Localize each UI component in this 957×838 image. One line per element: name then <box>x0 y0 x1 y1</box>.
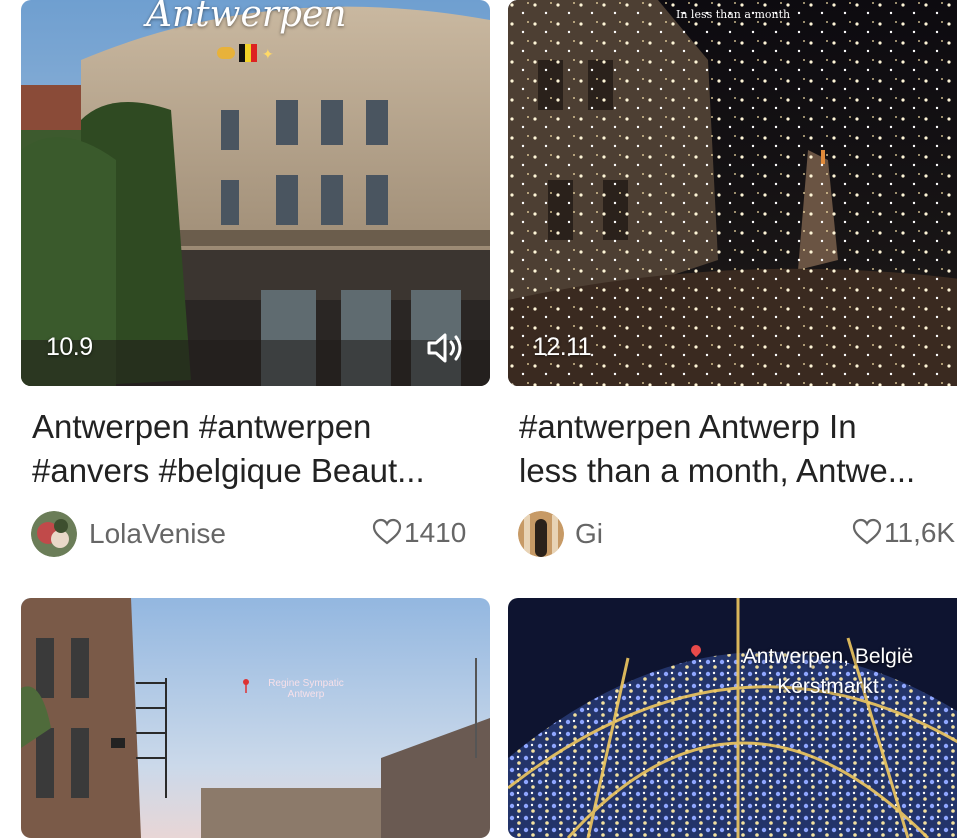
video-date-label: 12.11 <box>533 333 592 361</box>
likes-value: 1410 <box>404 517 467 548</box>
location-line-1: Antwerpen, België <box>742 645 914 668</box>
title-line-2: less than a month, Antwe... <box>519 452 916 489</box>
overlay-location: Regine Sympatic Antwerp <box>231 678 381 700</box>
author-name[interactable]: LolaVenise <box>89 518 226 550</box>
location-line-2: Kerstmarkt <box>777 675 879 698</box>
video-date-label: 10.9 <box>46 333 93 361</box>
christmas-lights-image <box>508 0 957 386</box>
overlay-location: Antwerpen, België Kerstmarkt <box>703 642 953 702</box>
speaker-icon[interactable] <box>425 330 467 371</box>
title-line-1: Antwerpen #antwerpen <box>32 408 372 445</box>
author-name[interactable]: Gi <box>575 518 603 550</box>
overlay-caption: In less than a month <box>676 8 791 21</box>
likes-value: 11,6K <box>884 517 956 548</box>
likes-count[interactable]: 11,6K <box>852 517 955 549</box>
location-line-1: Regine Sympatic <box>268 678 344 689</box>
title-line-1: #antwerpen Antwerp In <box>519 408 857 445</box>
video-thumbnail-2[interactable]: In less than a month 12.11 <box>508 0 957 386</box>
video-title-2[interactable]: #antwerpen Antwerp In less than a month,… <box>519 405 957 493</box>
heart-icon <box>852 518 882 545</box>
heart-icon <box>372 518 402 545</box>
location-line-2: Antwerp <box>287 689 325 700</box>
street-image <box>21 598 490 838</box>
avatar[interactable] <box>518 511 564 557</box>
avatar[interactable] <box>31 511 77 557</box>
flags-emoji: ✦ <box>217 44 277 62</box>
christmas-market-image <box>508 598 957 838</box>
video-thumbnail-1[interactable]: Antwerpen ✦ 10.9 <box>21 0 490 386</box>
overlay-title-text: Antwerpen <box>146 0 347 35</box>
video-thumbnail-3[interactable]: Regine Sympatic Antwerp <box>21 598 490 838</box>
title-line-2: #anvers #belgique Beaut... <box>32 452 425 489</box>
video-title-1[interactable]: Antwerpen #antwerpen #anvers #belgique B… <box>32 405 490 493</box>
likes-count[interactable]: 1410 <box>372 517 466 549</box>
video-thumbnail-4[interactable]: Antwerpen, België Kerstmarkt <box>508 598 957 838</box>
